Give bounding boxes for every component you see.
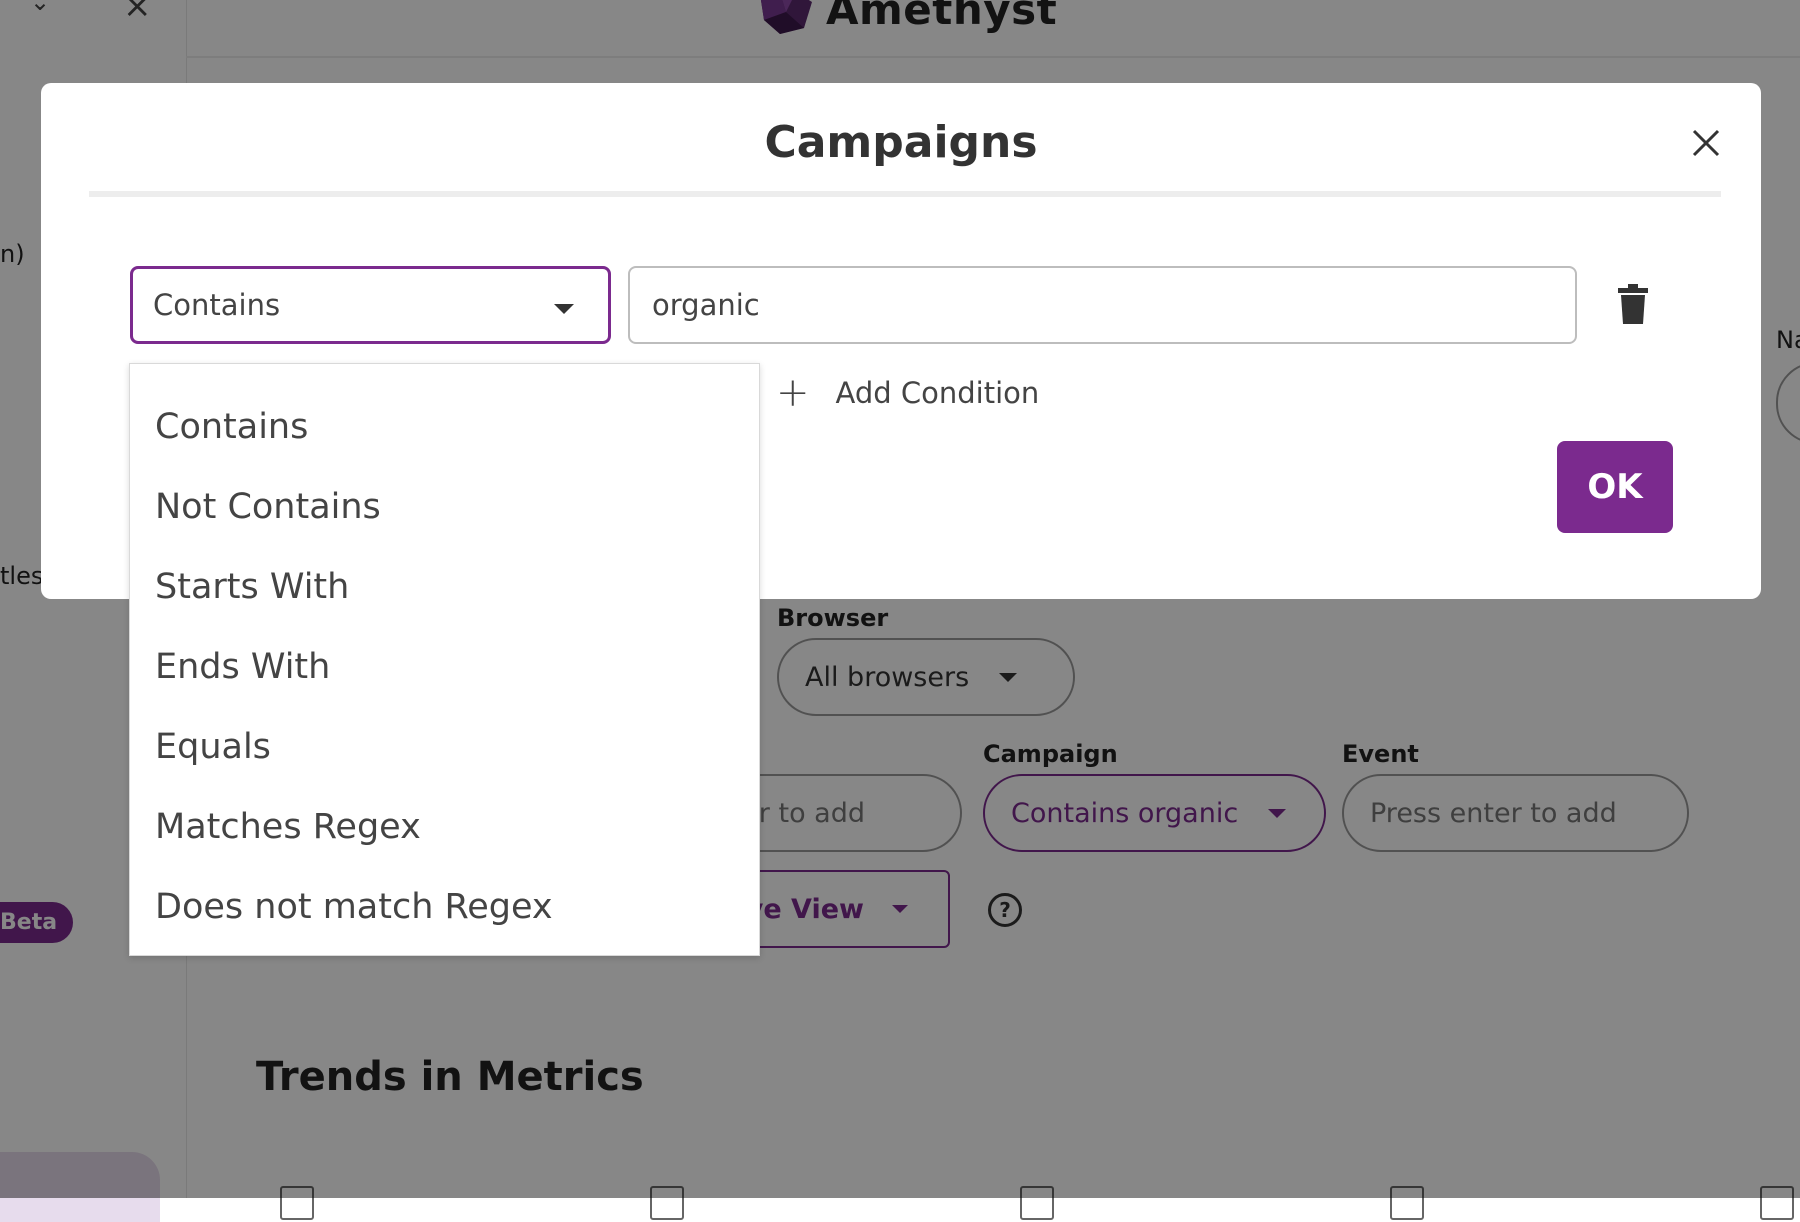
menu-item-contains[interactable]: Contains [130, 387, 759, 467]
trash-icon[interactable] [1618, 284, 1648, 324]
menu-item-ends-with[interactable]: Ends With [130, 627, 759, 707]
ok-button[interactable]: OK [1557, 441, 1673, 533]
operator-select[interactable]: Contains [130, 266, 611, 344]
menu-item-not-contains[interactable]: Not Contains [130, 467, 759, 547]
menu-item-equals[interactable]: Equals [130, 707, 759, 787]
menu-item-does-not-match-regex[interactable]: Does not match Regex [130, 867, 759, 947]
operator-dropdown-menu: Contains Not Contains Starts With Ends W… [129, 363, 760, 956]
condition-value-input[interactable] [628, 266, 1577, 344]
add-condition-button[interactable]: + Add Condition [776, 373, 1039, 413]
operator-select-value: Contains [153, 288, 281, 322]
close-icon[interactable] [1686, 123, 1726, 163]
menu-item-matches-regex[interactable]: Matches Regex [130, 787, 759, 867]
modal-title: Campaigns [764, 117, 1038, 168]
divider [89, 191, 1721, 197]
plus-icon: + [776, 370, 810, 416]
chevron-down-icon [554, 304, 574, 314]
add-condition-label: Add Condition [835, 376, 1040, 410]
menu-item-starts-with[interactable]: Starts With [130, 547, 759, 627]
